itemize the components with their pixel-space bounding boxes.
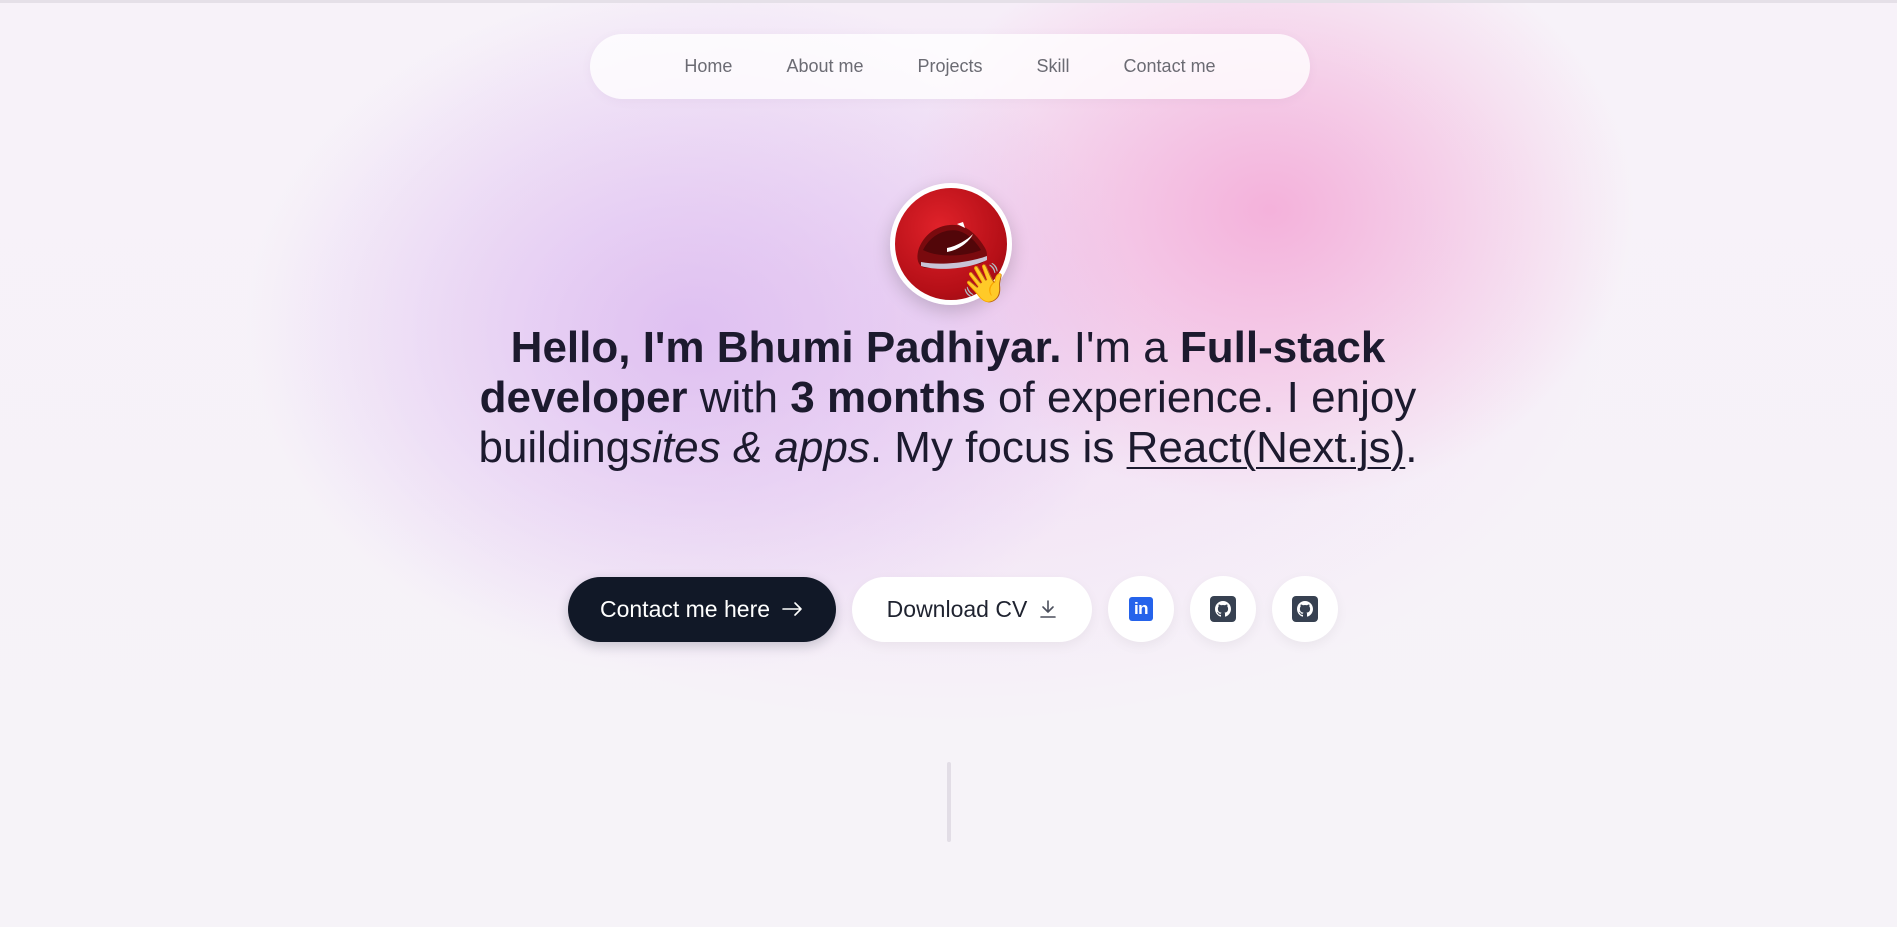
arrow-right-icon [782,602,802,616]
intro-framework: React(Next.js) [1126,423,1406,472]
intro-text: . [1405,423,1418,472]
profile-avatar: 👋 [890,183,1012,305]
nav-link-projects[interactable]: Projects [890,56,1009,77]
linkedin-button[interactable]: in [1108,576,1174,642]
section-divider [947,762,951,842]
nav-link-skill[interactable]: Skill [1010,56,1097,77]
intro-greeting: Hello, I'm Bhumi Padhiyar. [510,323,1062,372]
download-cv-label: Download CV [886,595,1028,622]
download-cv-button[interactable]: Download CV [852,576,1092,642]
nav-link-about[interactable]: About me [759,56,890,77]
top-border [0,0,1897,3]
intro-text: . My focus is [869,423,1127,472]
main-navigation: Home About me Projects Skill Contact me [590,34,1310,99]
contact-me-button[interactable]: Contact me here [568,576,836,642]
intro-what: sites & apps [630,423,870,472]
nav-link-contact[interactable]: Contact me [1097,56,1243,77]
intro-text: I'm a [1061,323,1180,372]
intro-text: with [687,373,791,422]
intro-heading: Hello, I'm Bhumi Padhiyar. I'm a Full-st… [448,323,1448,473]
github-button[interactable] [1190,576,1256,642]
linkedin-icon: in [1129,597,1153,621]
action-buttons: Contact me here Download CV in [568,576,1338,642]
nav-link-home[interactable]: Home [657,56,759,77]
contact-me-label: Contact me here [599,595,771,622]
github-icon [1292,596,1318,622]
github-icon [1210,596,1236,622]
waving-hand-icon: 👋 [960,263,1008,305]
github-button[interactable] [1272,576,1338,642]
download-icon [1040,600,1057,618]
intro-experience: 3 months [790,373,986,422]
